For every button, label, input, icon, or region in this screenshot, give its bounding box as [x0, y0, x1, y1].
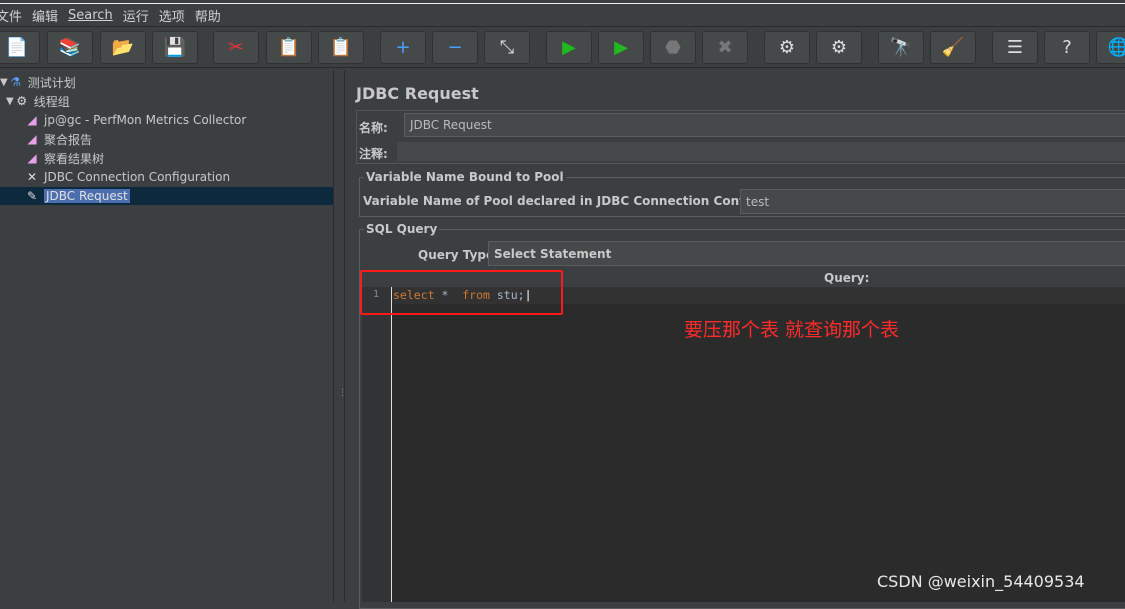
menu-item[interactable]: 帮助 — [195, 6, 221, 25]
new-icon: 📄 — [5, 37, 29, 58]
query-label: Query: — [824, 271, 870, 285]
menu-item[interactable]: 文件 — [0, 6, 22, 25]
save-icon: 💾 — [163, 37, 187, 58]
shutdown-icon: ✖ — [717, 37, 733, 58]
pool-group: Variable Name Bound to Pool Variable Nam… — [359, 170, 1125, 217]
paste-button[interactable]: 📋 — [318, 31, 364, 64]
annotation-text: 要压那个表 就查询那个表 — [684, 319, 900, 341]
tree-node[interactable]: ◢ 聚合报告 — [0, 130, 92, 148]
expand-arrow-icon[interactable]: ▼ — [0, 77, 8, 88]
comment-label: 注释: — [359, 147, 388, 161]
name-comment-box: 名称: JDBC Request 注释: — [356, 110, 1125, 164]
tree-node[interactable]: ✕ JDBC Connection Configuration — [0, 168, 230, 186]
tools-icon: ✕ — [26, 170, 38, 184]
cut-icon: ✂ — [228, 37, 244, 58]
name-input[interactable]: JDBC Request — [404, 113, 1125, 137]
sql-query-group-label: SQL Query — [364, 222, 440, 236]
tree-node-label: 察看结果树 — [44, 151, 105, 166]
query-type-label: Query Type: — [418, 248, 499, 262]
copy-icon: 📋 — [277, 37, 301, 58]
splitter[interactable]: ⋮ — [333, 70, 347, 602]
function-helper-button[interactable]: ☰ — [992, 31, 1038, 64]
tree-node-label: 测试计划 — [27, 75, 76, 90]
query-type-select[interactable]: Select Statement — [488, 241, 1125, 266]
open-icon: 📂 — [111, 37, 135, 58]
remote-button[interactable]: 🌐 — [1096, 31, 1125, 64]
name-label: 名称: — [359, 121, 388, 135]
templates-icon: 📚 — [58, 37, 82, 58]
remote-icon: 🌐 — [1107, 37, 1125, 58]
expand-arrow-icon[interactable]: ▼ — [6, 96, 14, 107]
expand-button[interactable]: + — [380, 31, 426, 64]
collapse-button[interactable]: − — [432, 31, 478, 64]
clear-all-icon: ⚙ — [830, 37, 848, 58]
pool-group-label: Variable Name Bound to Pool — [364, 170, 566, 184]
tree-node[interactable]: ◢ 察看结果树 — [0, 149, 104, 167]
clear-all-button[interactable]: ⚙ — [816, 31, 862, 64]
reset-search-icon: 🧹 — [941, 37, 965, 58]
tree-node[interactable]: ✎ JDBC Request — [0, 187, 333, 205]
test-plan-tree: ▼ ⚗ 测试计划 ▼ ⚙ 线程组 ◢ jp@gc - PerfMon Metrics Coll… — [0, 70, 333, 602]
help-icon: ? — [1062, 37, 1072, 58]
toolbar: 📄 📚 📂 💾 ✂ 📋 📋 + − ⤡ ▶ ▶ ⬣ ✖ ⚙ ⚙ 🔭 🧹 ☰? 🌐 — [0, 28, 1125, 68]
toggle-button[interactable]: ⤡ — [484, 31, 530, 64]
menu-bar: 文件 编辑 Search 运行 选项 帮助 — [0, 3, 1125, 27]
paste-icon: 📋 — [329, 37, 353, 58]
toggle-icon: ⤡ — [499, 37, 515, 58]
function-helper-icon: ☰ — [1006, 37, 1024, 58]
templates-button[interactable]: 📚 — [47, 31, 93, 64]
start-button[interactable]: ▶ — [546, 31, 592, 64]
listener-icon: ◢ — [27, 151, 37, 165]
copy-button[interactable]: 📋 — [266, 31, 312, 64]
tree-node[interactable]: ▼ ⚗ 测试计划 — [0, 73, 76, 91]
reset-search-button[interactable]: 🧹 — [930, 31, 976, 64]
listener-icon: ◢ — [27, 132, 37, 146]
comment-input[interactable] — [397, 142, 1125, 161]
tree-node-label: JDBC Connection Configuration — [44, 170, 231, 184]
new-button[interactable]: 📄 — [0, 31, 40, 64]
expand-icon: + — [395, 37, 411, 58]
start-no-timers-icon: ▶ — [614, 37, 628, 58]
flask-icon: ⚗ — [10, 75, 22, 89]
tree-node-label: jp@gc - PerfMon Metrics Collector — [44, 113, 247, 127]
menu-item[interactable]: Search — [68, 8, 113, 23]
pipette-icon: ✎ — [26, 189, 38, 203]
page-title: JDBC Request — [356, 84, 479, 103]
help-button[interactable]: ? — [1044, 31, 1090, 64]
collapse-icon: − — [447, 37, 463, 58]
highlight-box — [360, 270, 563, 315]
stop-button[interactable]: ⬣ — [650, 31, 696, 64]
line-gutter: 1 — [362, 287, 392, 602]
search-button[interactable]: 🔭 — [878, 31, 924, 64]
cut-button[interactable]: ✂ — [213, 31, 259, 64]
tree-node[interactable]: ▼ ⚙ 线程组 — [0, 92, 70, 110]
open-button[interactable]: 📂 — [100, 31, 146, 64]
menu-item[interactable]: 编辑 — [32, 6, 58, 25]
stop-icon: ⬣ — [665, 37, 681, 58]
gear-icon: ⚙ — [16, 94, 28, 108]
listener-icon: ◢ — [27, 113, 37, 127]
tree-node-label: 聚合报告 — [44, 132, 93, 147]
search-icon: 🔭 — [889, 37, 913, 58]
watermark: CSDN @weixin_54409534 — [877, 572, 1085, 591]
start-icon: ▶ — [562, 37, 576, 58]
tree-node-label: JDBC Request — [44, 189, 130, 203]
tree-node[interactable]: ◢ jp@gc - PerfMon Metrics Collector — [0, 111, 246, 129]
tree-node-label: 线程组 — [33, 94, 70, 109]
pool-input[interactable]: test — [740, 189, 1125, 214]
menu-item[interactable]: 选项 — [159, 6, 185, 25]
menu-item[interactable]: 运行 — [123, 6, 149, 25]
clear-icon: ⚙ — [778, 37, 796, 58]
clear-button[interactable]: ⚙ — [764, 31, 810, 64]
start-no-timers-button[interactable]: ▶ — [598, 31, 644, 64]
shutdown-button[interactable]: ✖ — [702, 31, 748, 64]
save-button[interactable]: 💾 — [152, 31, 198, 64]
